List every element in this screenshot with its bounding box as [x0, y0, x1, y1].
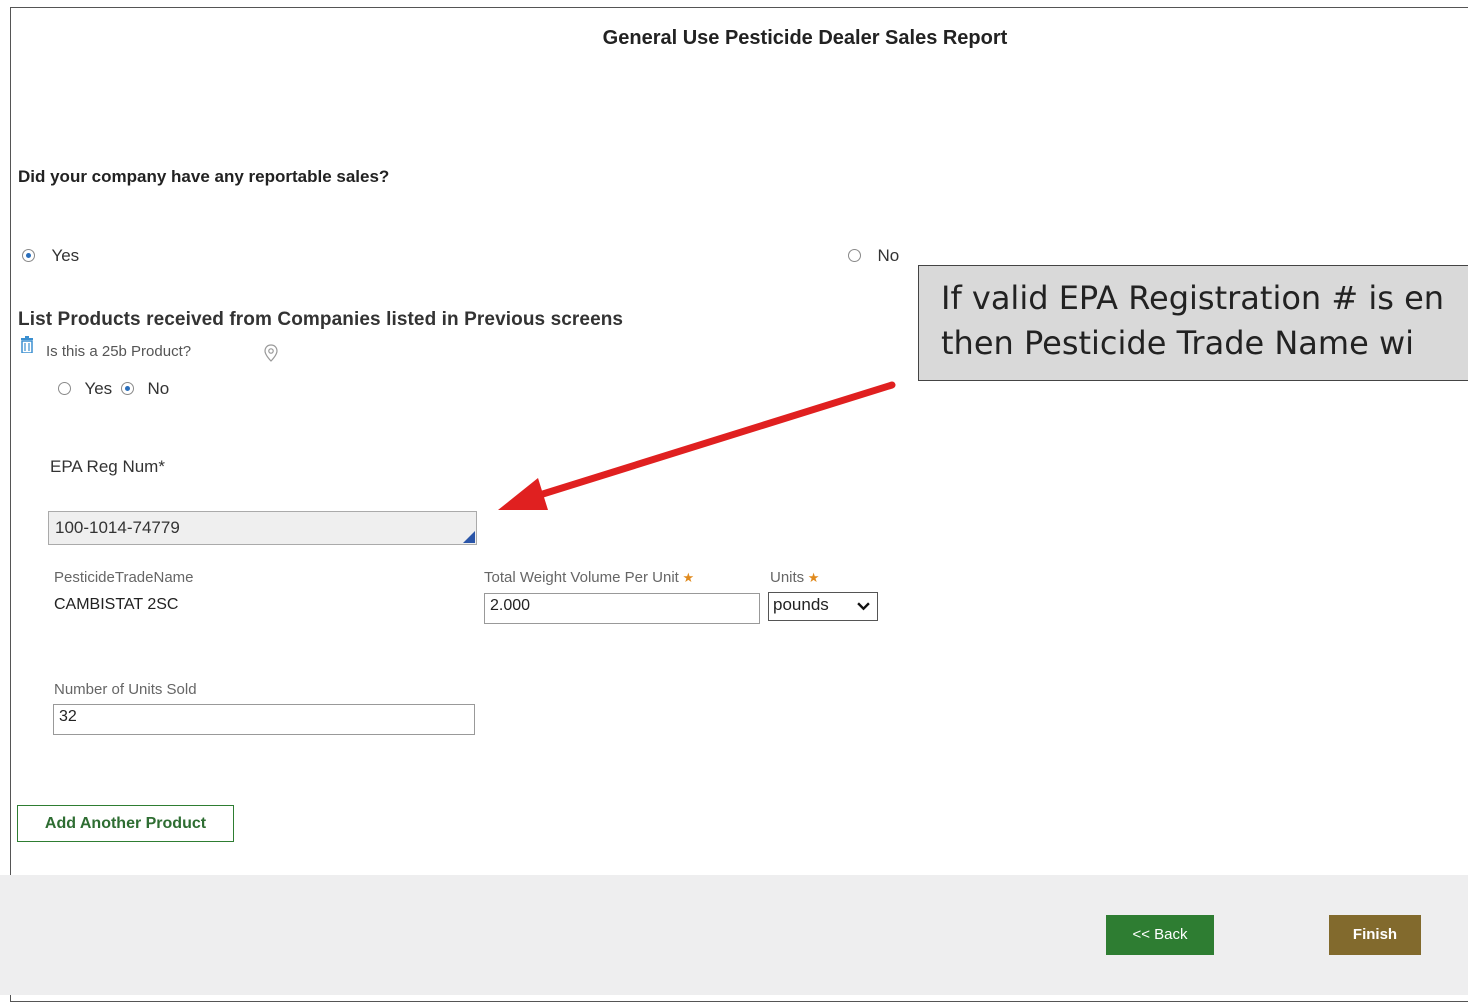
- required-star-icon: ★: [804, 570, 820, 585]
- units-label-text: Units: [770, 569, 805, 586]
- sales-yes-option[interactable]: Yes: [22, 246, 79, 266]
- chevron-down-icon: [857, 602, 870, 611]
- sales-no-radio[interactable]: [848, 249, 861, 262]
- sales-yes-radio[interactable]: [22, 249, 35, 262]
- units-select[interactable]: pounds: [768, 592, 878, 621]
- weight-label: Total Weight Volume Per Unit ★: [484, 569, 694, 586]
- finish-button[interactable]: Finish: [1329, 915, 1421, 955]
- product-25b-question: Is this a 25b Product?: [46, 343, 192, 360]
- product-25b-no-label: No: [147, 379, 170, 398]
- epa-reg-value: 100-1014-74779: [55, 518, 180, 537]
- epa-reg-label: EPA Reg Num*: [50, 457, 165, 476]
- weight-value: 2.000: [490, 597, 531, 614]
- trade-name-label: PesticideTradeName: [54, 569, 194, 586]
- product-25b-no-radio[interactable]: [121, 382, 134, 395]
- products-section-heading: List Products received from Companies li…: [18, 309, 624, 330]
- add-product-button[interactable]: Add Another Product: [17, 805, 234, 842]
- units-label: Units ★: [770, 569, 819, 586]
- product-25b-no-option[interactable]: No: [121, 379, 169, 399]
- sales-yes-label: Yes: [51, 246, 80, 265]
- callout-line-2: then Pesticide Trade Name wi: [941, 324, 1414, 362]
- sales-no-label: No: [877, 246, 900, 265]
- back-button[interactable]: << Back: [1106, 915, 1214, 955]
- weight-label-text: Total Weight Volume Per Unit: [484, 569, 679, 586]
- weight-input[interactable]: 2.000: [484, 593, 760, 624]
- units-sold-value: 32: [59, 708, 77, 725]
- epa-reg-input[interactable]: 100-1014-74779: [48, 511, 477, 545]
- units-value: pounds: [773, 595, 829, 614]
- product-25b-yes-option[interactable]: Yes: [58, 379, 112, 399]
- required-star-icon: ★: [678, 570, 695, 585]
- callout-line-1: If valid EPA Registration # is en: [941, 279, 1445, 317]
- page-title: General Use Pesticide Dealer Sales Repor…: [602, 27, 1008, 49]
- trash-icon[interactable]: [20, 336, 34, 353]
- footer-bar: [0, 875, 1468, 995]
- units-sold-input[interactable]: 32: [53, 704, 475, 735]
- reportable-sales-question: Did your company have any reportable sal…: [18, 167, 390, 186]
- trade-name-value: CAMBISTAT 2SC: [54, 596, 179, 613]
- location-pin-icon: [264, 344, 278, 362]
- annotation-arrow-icon: [498, 381, 896, 510]
- product-25b-yes-radio[interactable]: [58, 382, 71, 395]
- units-sold-label: Number of Units Sold: [54, 681, 197, 698]
- product-25b-yes-label: Yes: [84, 379, 113, 398]
- annotation-callout: If valid EPA Registration # is en then P…: [918, 265, 1468, 381]
- resize-corner-icon: [463, 531, 475, 543]
- sales-no-option[interactable]: No: [848, 246, 899, 266]
